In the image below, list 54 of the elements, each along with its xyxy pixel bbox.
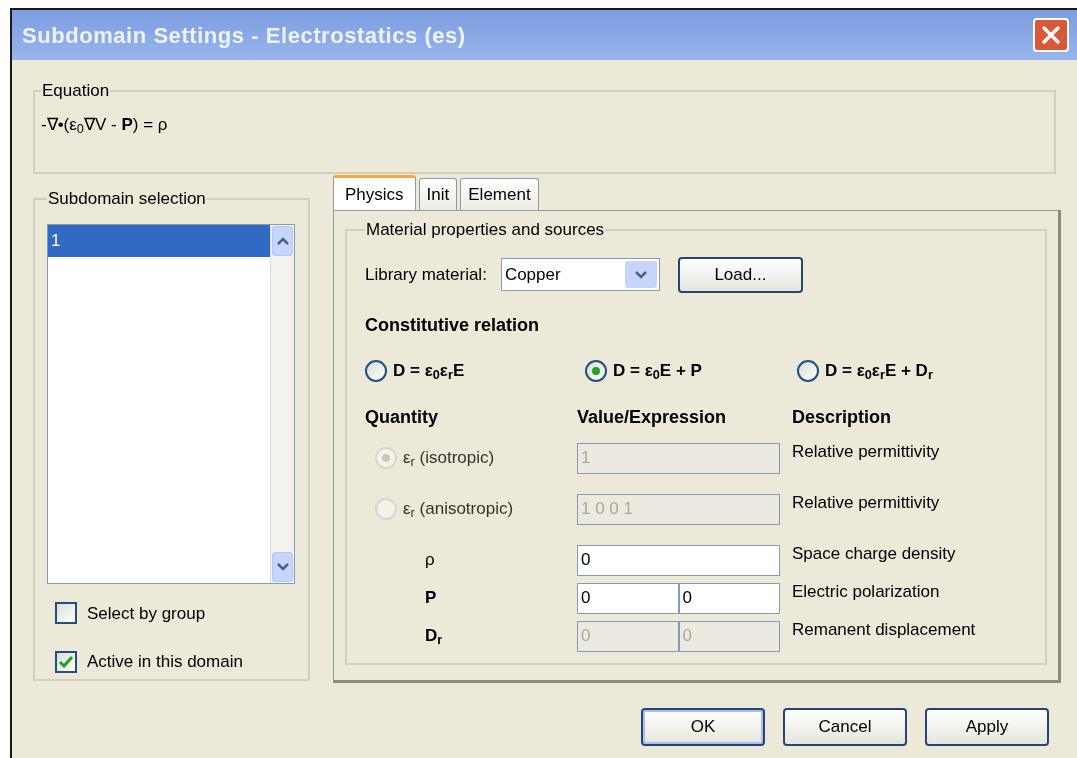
dialog-button[interactable]: Apply: [925, 708, 1049, 746]
checkbox[interactable]: [55, 602, 77, 625]
text-field[interactable]: 0: [577, 544, 780, 576]
column-header: Description: [792, 406, 892, 429]
text-field[interactable]: 0: [678, 582, 780, 614]
radio-label: D = ε$_{0}$ε$_{r}$E: [393, 359, 465, 384]
scroll-down-button[interactable]: [272, 551, 293, 582]
list-item[interactable]: 1: [48, 224, 270, 257]
column-header: Value/Expression: [577, 406, 728, 429]
group-label: Equation: [41, 80, 111, 102]
quantity-label: ε$_{r}$ (anisotropic): [403, 498, 514, 522]
chevron-down-icon: [275, 561, 290, 572]
close-button[interactable]: [1033, 18, 1069, 52]
checkbox-label: Select by group: [87, 602, 206, 625]
radio-label: D = ε$_{0}$E + P: [613, 359, 702, 384]
column-header: Quantity: [365, 406, 439, 429]
radio-button[interactable]: [797, 359, 819, 382]
material-dropdown[interactable]: Copper: [500, 258, 660, 291]
tab[interactable]: Physics: [333, 175, 416, 211]
dropdown-button[interactable]: [624, 261, 657, 288]
quantity-label: ρ: [425, 549, 435, 572]
load-button[interactable]: Load...: [677, 256, 803, 293]
dropdown-value: Copper: [504, 263, 562, 286]
radio-button[interactable]: [365, 359, 387, 382]
description-text: Relative permittivity: [792, 491, 940, 514]
radio-button[interactable]: [585, 359, 607, 382]
chevron-up-icon: [275, 235, 290, 246]
checkbox-label: Active in this domain: [87, 651, 243, 673]
checkmark-icon: [59, 655, 73, 668]
scroll-up-button[interactable]: [272, 225, 293, 256]
tab[interactable]: Init: [418, 178, 458, 210]
description-text: Electric polarization: [792, 580, 940, 603]
description-text: Relative permittivity: [792, 440, 940, 463]
group-label: Material properties and sources: [365, 219, 606, 241]
dialog-button[interactable]: Cancel: [783, 708, 907, 746]
dialog-button[interactable]: OK: [641, 708, 765, 746]
chevron-down-icon: [633, 269, 648, 280]
group-label: Subdomain selection: [47, 188, 207, 210]
section-heading: Constitutive relation: [365, 313, 540, 337]
description-text: Remanent displacement: [792, 618, 976, 641]
description-text: Space charge density: [792, 542, 956, 565]
text-field[interactable]: 0: [577, 582, 679, 614]
tab[interactable]: Element: [460, 178, 539, 210]
subdomain-list[interactable]: 1: [47, 223, 295, 584]
equation-text: -∇•(ε$_{0}$∇V - P) = ρ: [41, 113, 169, 137]
quantity-label: P: [425, 587, 437, 610]
quantity-label: D$_{r}$: [425, 625, 443, 649]
radio-label: D = ε$_{0}$ε$_{r}$E + D$_{r}$: [825, 359, 933, 384]
close-icon: [1041, 25, 1061, 45]
scrollbar[interactable]: [270, 224, 294, 583]
field-label: Library material:: [365, 263, 487, 286]
checkbox[interactable]: [55, 650, 77, 673]
quantity-label: ε$_{r}$ (isotropic): [403, 447, 495, 471]
window-title: Subdomain Settings - Electrostatics (es): [22, 21, 466, 50]
